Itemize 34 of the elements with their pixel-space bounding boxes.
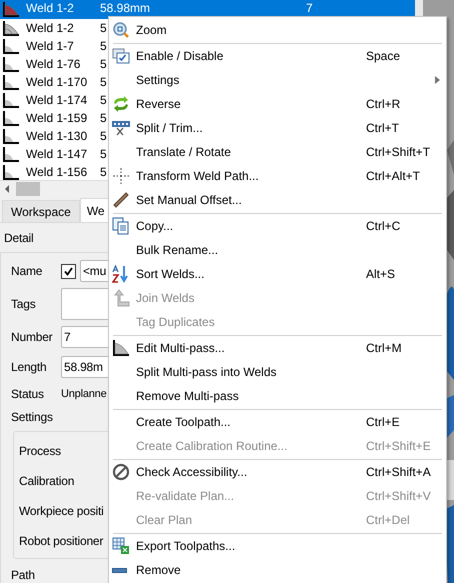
field-label: Name xyxy=(11,264,44,278)
weld-name: Weld 1-174 xyxy=(25,92,88,109)
setting-label: Robot positioner xyxy=(19,534,104,548)
weld-length: 5 xyxy=(100,129,107,143)
weld-name: Weld 1-147 xyxy=(25,146,88,163)
field-label: Number xyxy=(11,330,54,344)
weld-name: Weld 1-130 xyxy=(25,128,88,145)
field-label: Length xyxy=(11,360,48,374)
weld-length: 58.98mm xyxy=(100,1,150,15)
weld-name: Weld 1-156 xyxy=(25,164,88,181)
section-title: Detail xyxy=(3,230,34,247)
weld-name: Weld 1-2 xyxy=(25,0,75,16)
section-title: Settings xyxy=(11,409,53,426)
weld-length: 5 xyxy=(100,93,107,107)
field-label: Status xyxy=(11,387,45,401)
weld-length: 5 xyxy=(100,111,107,125)
weld-length: 5 xyxy=(100,147,107,161)
weld-length: 5 xyxy=(100,165,107,179)
weld-name: Weld 1-2 xyxy=(25,20,75,37)
weld-length: 5 xyxy=(100,75,107,89)
weld-length: 5 xyxy=(100,57,107,71)
weld-length: 5 xyxy=(100,21,107,35)
setting-label: Workpiece positi xyxy=(19,504,104,518)
weld-length: 5 xyxy=(100,39,107,53)
weld-name: Weld 1-159 xyxy=(25,110,88,127)
weld-name: Weld 1-7 xyxy=(25,38,75,55)
weld-number: 7 xyxy=(306,0,313,16)
status-value: Unplanne xyxy=(61,388,106,400)
setting-label: Process xyxy=(19,444,61,458)
setting-label: Calibration xyxy=(19,474,74,488)
section-title: Path xyxy=(11,567,35,583)
weld-name: Weld 1-170 xyxy=(25,74,88,91)
field-label: Tags xyxy=(11,297,37,311)
weld-name: Weld 1-76 xyxy=(25,56,82,73)
